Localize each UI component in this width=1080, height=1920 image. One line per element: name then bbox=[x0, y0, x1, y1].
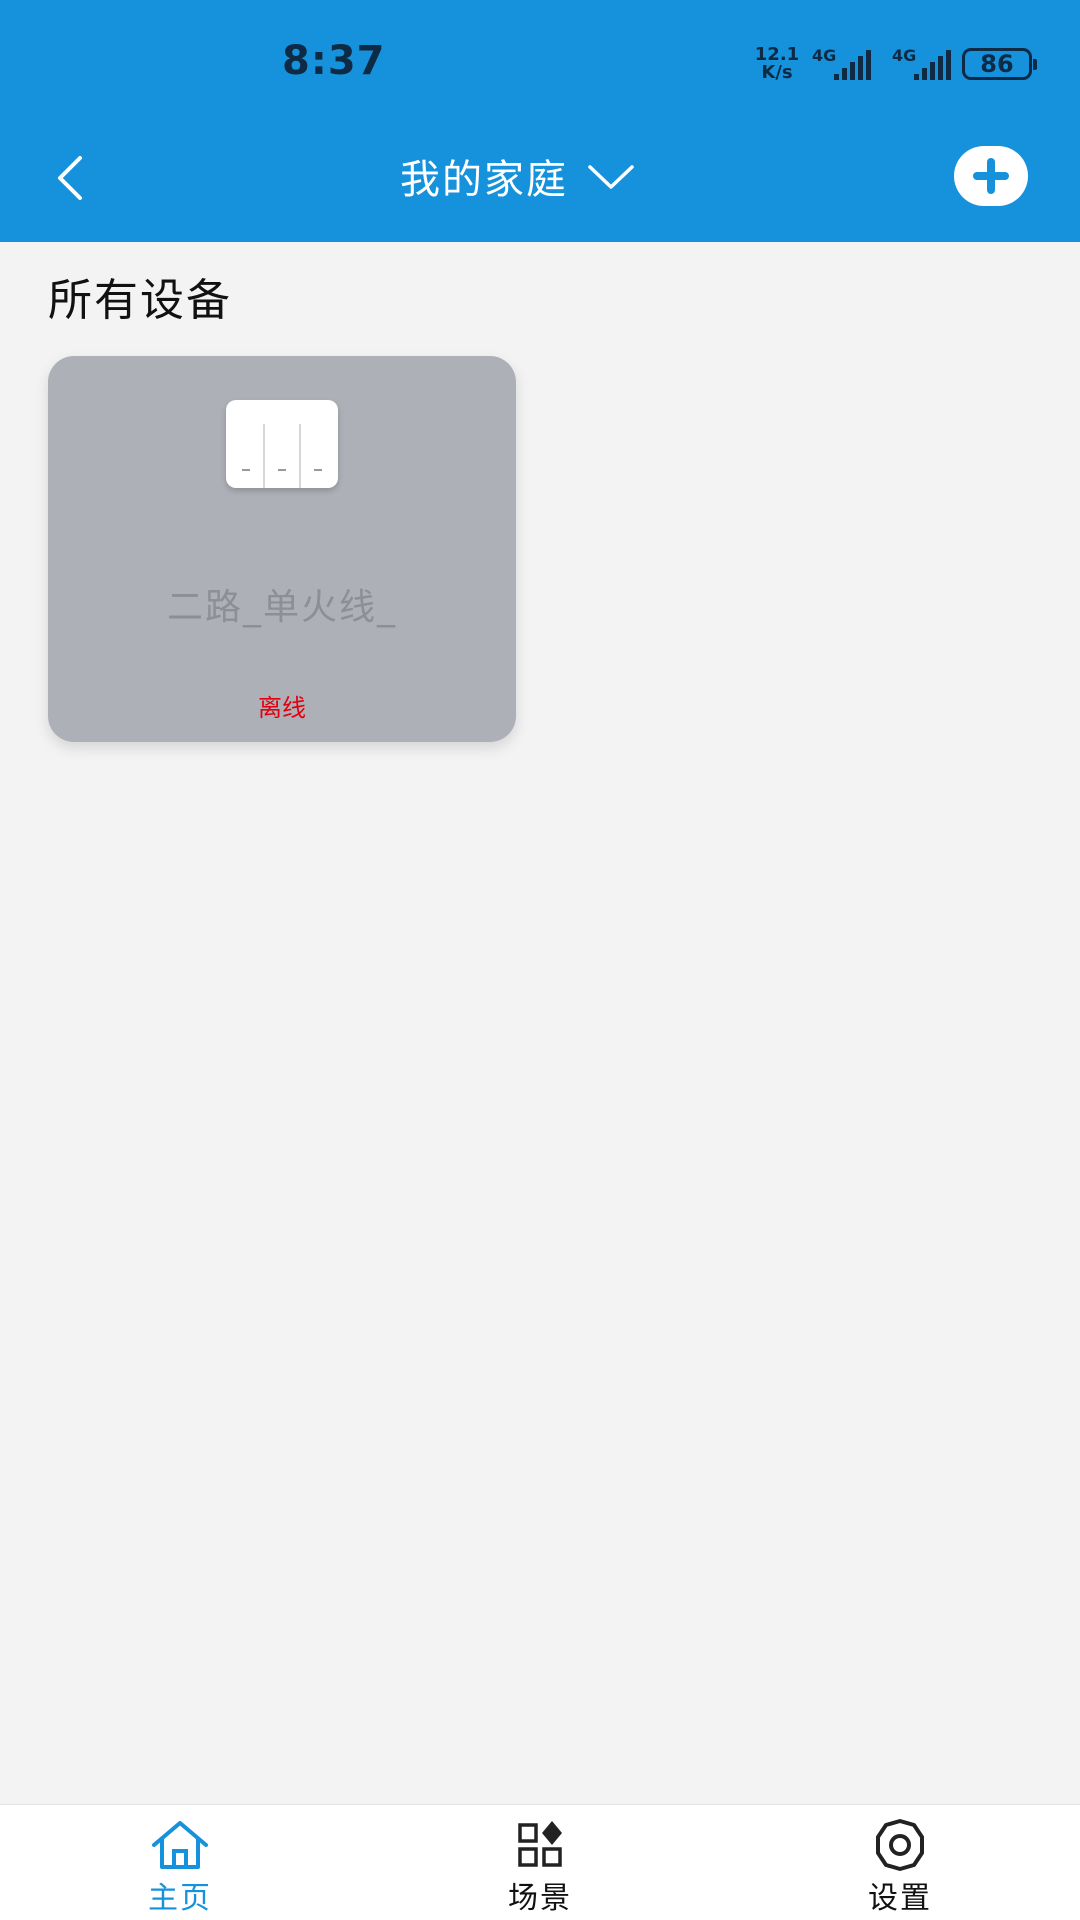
section-title: 所有设备 bbox=[48, 275, 232, 326]
status-time: 8:37 bbox=[282, 38, 386, 84]
device-status: 离线 bbox=[258, 694, 306, 722]
device-card[interactable]: 二路_单火线_ 离线 bbox=[48, 356, 516, 742]
signal-bars-icon bbox=[914, 50, 951, 80]
plus-icon bbox=[973, 158, 1009, 194]
chevron-down-icon bbox=[588, 165, 634, 189]
battery-percent: 86 bbox=[980, 50, 1014, 78]
gear-icon bbox=[876, 1819, 924, 1871]
signal-1: 4G bbox=[812, 46, 878, 80]
bottom-tab-bar: 主页 场景 设置 bbox=[0, 1804, 1080, 1920]
scene-grid-icon bbox=[518, 1821, 562, 1867]
network-speed: 12.1 K/s bbox=[754, 46, 800, 82]
back-button[interactable] bbox=[40, 144, 104, 208]
status-bar: 8:37 12.1 K/s 4G 4G 86 bbox=[0, 0, 1080, 120]
signal-2: 4G bbox=[892, 46, 958, 80]
battery-indicator: 86 bbox=[962, 48, 1037, 80]
tab-home-label: 主页 bbox=[148, 1881, 212, 1916]
home-selector[interactable]: 我的家庭 bbox=[400, 144, 636, 208]
app-bar: 我的家庭 bbox=[0, 120, 1080, 242]
wall-switch-icon bbox=[226, 400, 338, 488]
tab-home[interactable]: 主页 bbox=[60, 1805, 300, 1920]
tab-scene-label: 场景 bbox=[508, 1881, 572, 1916]
app-header: 8:37 12.1 K/s 4G 4G 86 我的家庭 bbox=[0, 0, 1080, 242]
network-speed-unit: K/s bbox=[761, 62, 793, 83]
home-title: 我的家庭 bbox=[400, 157, 568, 203]
device-name: 二路_单火线_ bbox=[166, 587, 397, 628]
signal-bars-icon bbox=[834, 50, 871, 80]
home-icon bbox=[152, 1821, 208, 1869]
add-device-button[interactable] bbox=[954, 146, 1028, 206]
tab-scene[interactable]: 场景 bbox=[420, 1805, 660, 1920]
chevron-left-icon bbox=[58, 156, 82, 200]
tab-settings[interactable]: 设置 bbox=[780, 1805, 1020, 1920]
tab-settings-label: 设置 bbox=[868, 1881, 932, 1916]
